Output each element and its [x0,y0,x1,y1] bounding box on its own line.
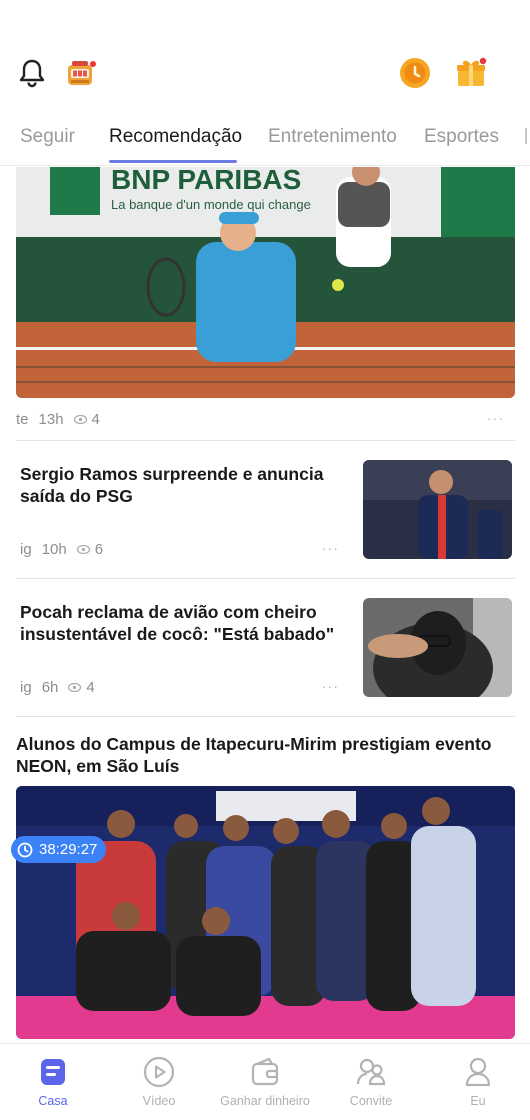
video-thumbnail[interactable] [16,786,515,1039]
divider [16,440,515,441]
news-thumbnail[interactable] [363,598,512,697]
nav-video[interactable]: Vídeo [104,1054,214,1108]
more-options-icon[interactable]: ··· [322,540,339,556]
bottom-navigation: Casa Vídeo Ganhar dinheiro Convite Eu [0,1043,530,1120]
tab-recomendacao[interactable]: Recomendação [109,126,242,148]
play-icon [104,1054,214,1090]
hero-time: 13h [38,411,64,428]
banner-text: BNP PARIBAS [111,167,301,195]
tab-seguir[interactable]: Seguir [20,126,75,148]
divider [16,716,515,717]
news-time: 6h [41,679,59,696]
top-bar [0,52,530,98]
more-options-icon[interactable]: ··· [487,410,504,426]
clock-icon [17,842,33,857]
coin-timer-icon[interactable] [398,56,432,90]
tab-esportes[interactable]: Esportes [424,126,499,148]
eye-icon [68,683,82,692]
news-views: 6 [76,541,103,558]
banner-subtext: La banque d'un monde qui change [111,197,311,212]
hero-source: te [16,411,29,428]
eye-icon [73,415,87,424]
news-meta: ig 10h 6 [20,541,103,558]
more-options-icon[interactable]: ··· [322,678,339,694]
divider [16,578,515,579]
category-tabs: Seguir Recomendação Entretenimento Espor… [0,118,530,166]
video-duration-badge: 38:29:27 [11,836,107,863]
active-tab-indicator [109,160,237,163]
hero-meta: te 13h 4 [16,411,100,428]
news-source: ig [20,679,32,696]
news-views: 4 [68,679,95,696]
news-source: ig [20,541,32,558]
wallet-icon [210,1054,320,1090]
invite-icon [316,1054,426,1090]
gift-icon[interactable] [454,56,488,90]
eye-icon [76,545,90,554]
news-title[interactable]: Sergio Ramos surpreende e anuncia saída … [20,463,350,507]
hero-views: 4 [73,411,100,428]
video-duration: 38:29:27 [39,841,98,858]
slot-machine-icon[interactable] [64,56,98,90]
bell-icon[interactable] [15,56,49,90]
nav-eu[interactable]: Eu [423,1054,530,1108]
news-title[interactable]: Pocah reclama de avião com cheiro insust… [20,601,350,645]
home-icon [0,1054,108,1090]
nav-ganhar-dinheiro[interactable]: Ganhar dinheiro [210,1054,320,1108]
hero-news-image[interactable]: BNP PARIBAS La banque d'un monde qui cha… [16,167,515,398]
nav-convite[interactable]: Convite [316,1054,426,1108]
tab-overflow-hint [525,128,527,144]
video-title[interactable]: Alunos do Campus de Itapecuru-Mirim pres… [16,733,516,777]
news-thumbnail[interactable] [363,460,512,559]
news-time: 10h [41,541,67,558]
nav-casa[interactable]: Casa [0,1054,108,1108]
tab-entretenimento[interactable]: Entretenimento [268,126,397,148]
news-meta: ig 6h 4 [20,679,95,696]
profile-icon [423,1054,530,1090]
